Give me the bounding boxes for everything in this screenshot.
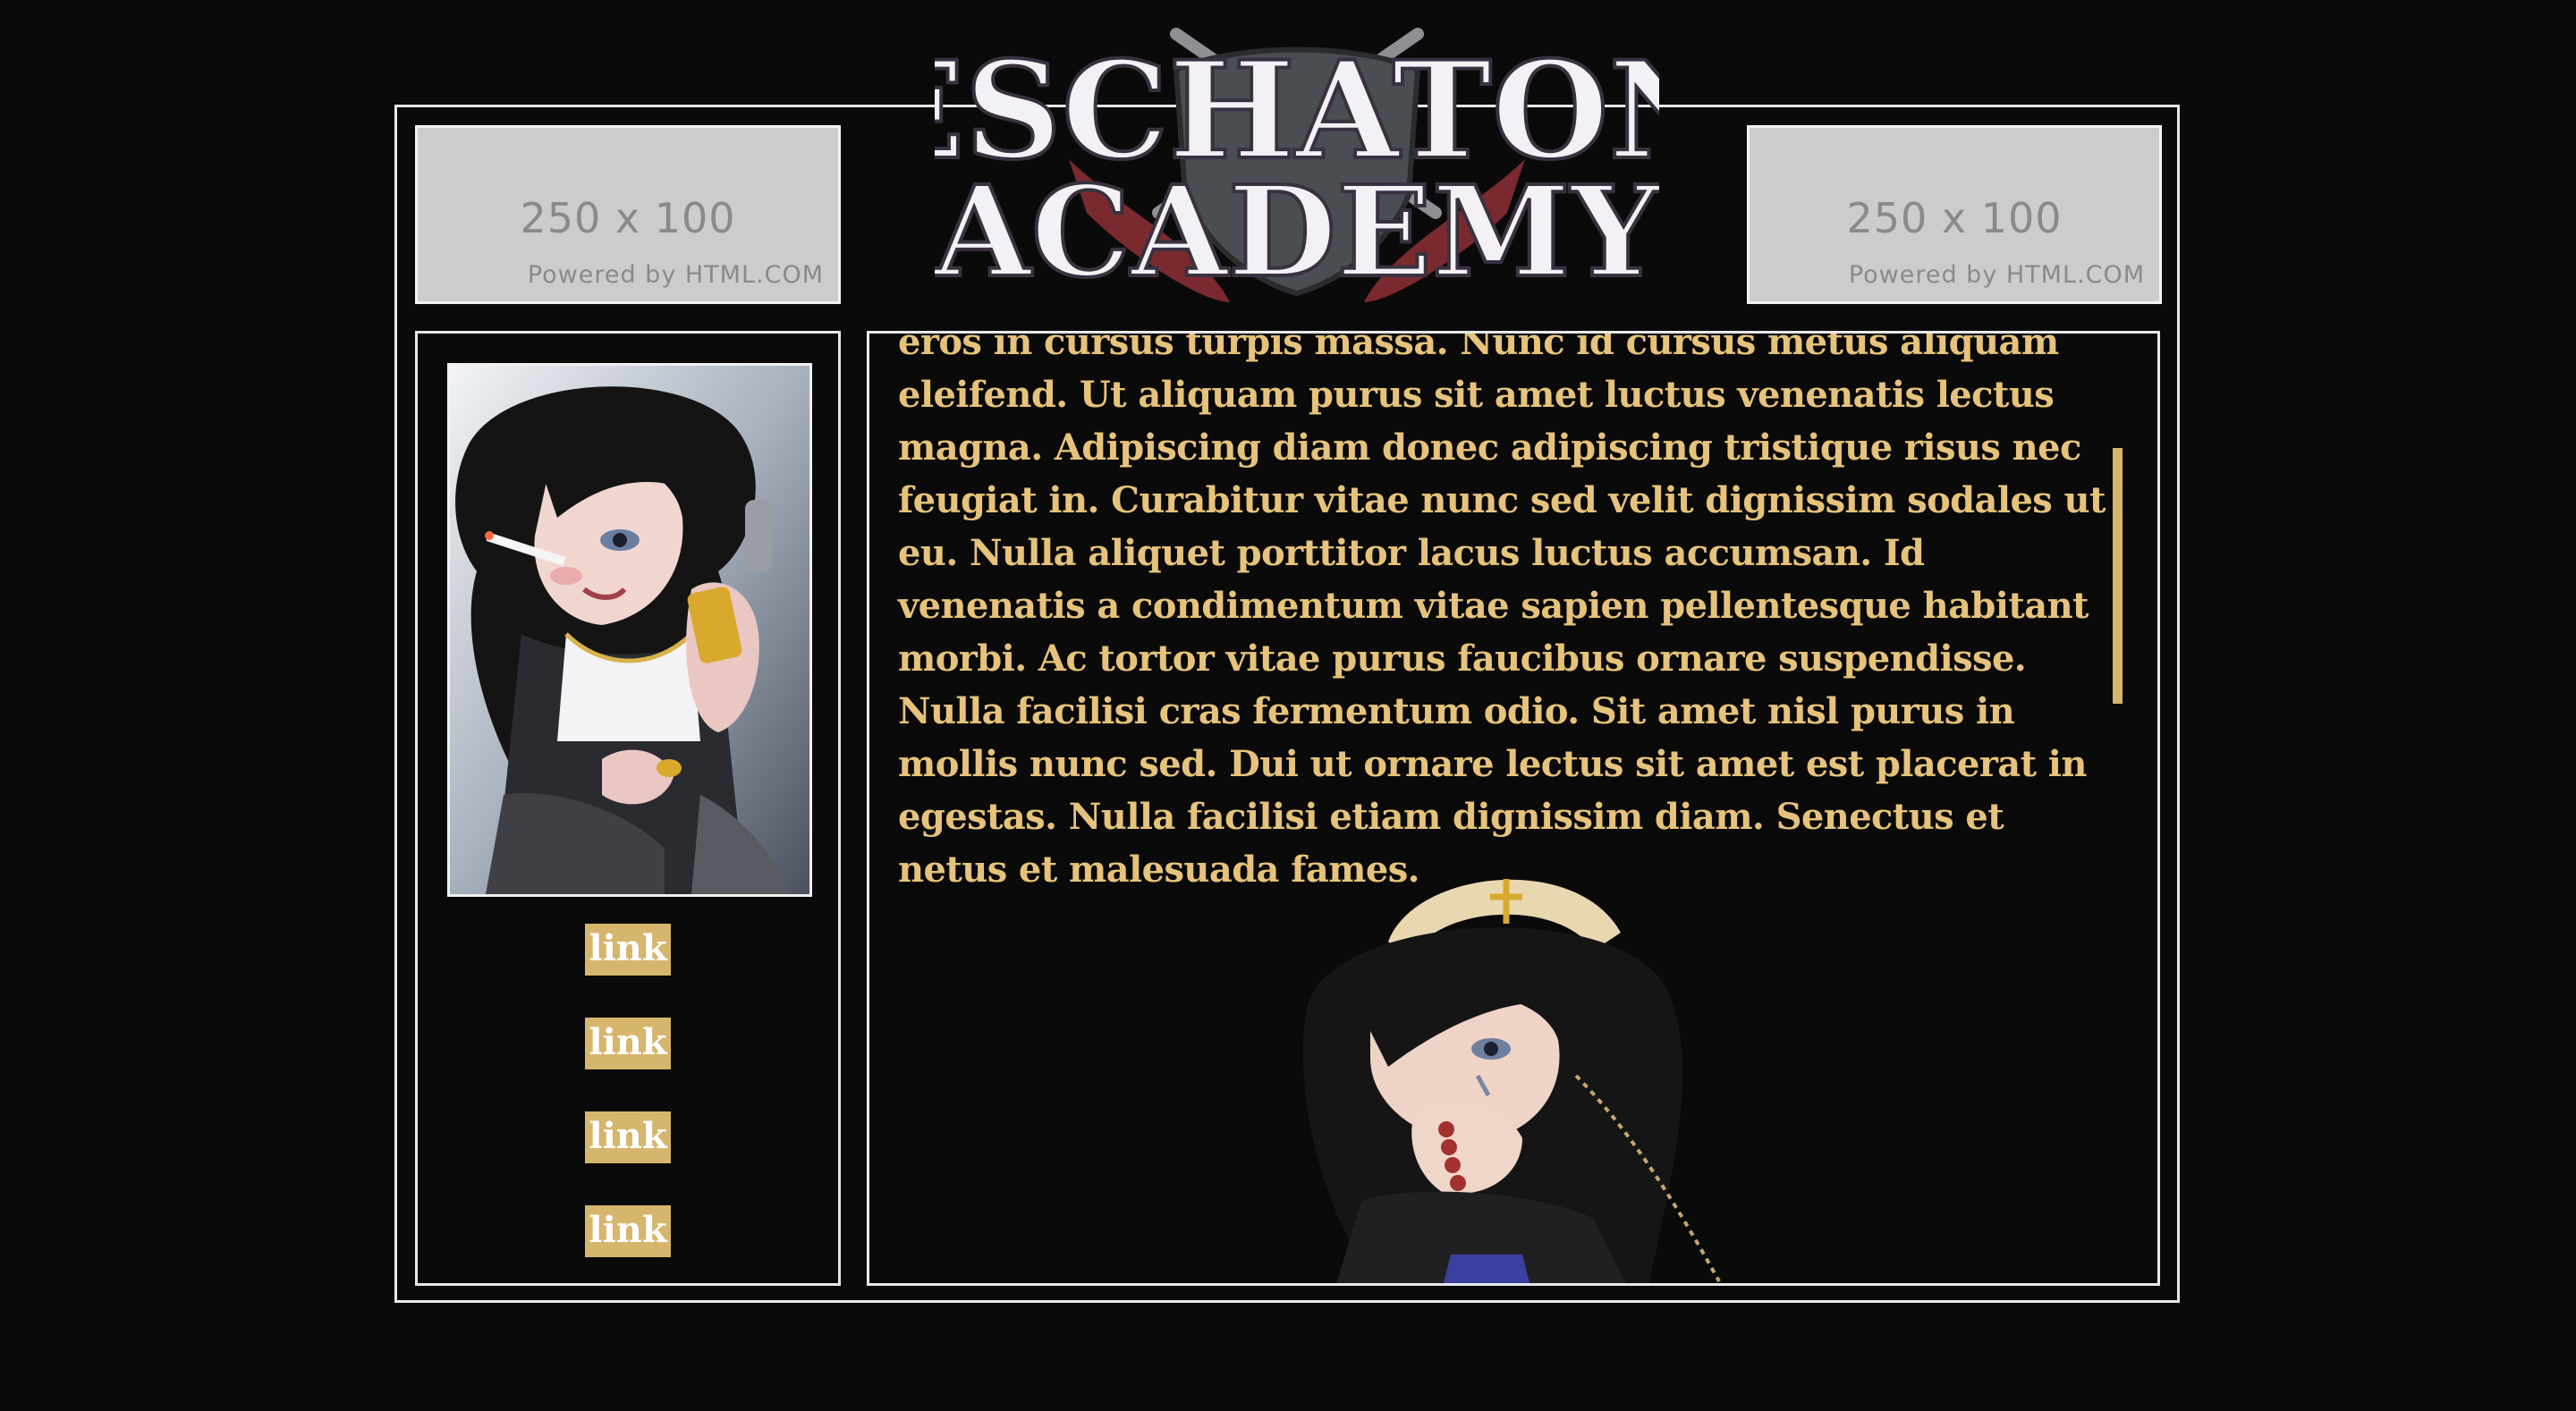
ad-placeholder-left[interactable]: 250 x 100 Powered by HTML.COM: [415, 125, 841, 304]
page: 250 x 100 Powered by HTML.COM 250 x 100 …: [0, 0, 2576, 1411]
sidebar-links: link link link link: [418, 924, 838, 1299]
logo-line2: ACADEMY: [935, 159, 1659, 306]
ad-size-label: 250 x 100: [1846, 194, 2063, 242]
character-portrait-art: [450, 366, 809, 894]
sidebar-link-4[interactable]: link: [585, 1205, 671, 1257]
main-content-panel[interactable]: eros in cursus turpis massa. Nunc id cur…: [867, 331, 2160, 1286]
sidebar: link link link link: [415, 331, 841, 1286]
nun-character-illustration: [1302, 879, 1721, 1283]
eschaton-academy-logo[interactable]: ESCHATON ACADEMY: [935, 16, 1659, 320]
main-body-text: eros in cursus turpis massa. Nunc id cur…: [898, 331, 2106, 891]
ad-powered-label: Powered by HTML.COM: [1848, 261, 2145, 289]
character-portrait: [447, 363, 812, 897]
sidebar-link-2[interactable]: link: [585, 1018, 671, 1069]
ad-powered-label: Powered by HTML.COM: [527, 261, 824, 289]
ad-size-label: 250 x 100: [520, 194, 736, 242]
sidebar-link-1[interactable]: link: [585, 924, 671, 976]
sidebar-link-3[interactable]: link: [585, 1111, 671, 1163]
scrollbar-thumb[interactable]: [2113, 448, 2123, 704]
ad-placeholder-right[interactable]: 250 x 100 Powered by HTML.COM: [1747, 125, 2162, 304]
